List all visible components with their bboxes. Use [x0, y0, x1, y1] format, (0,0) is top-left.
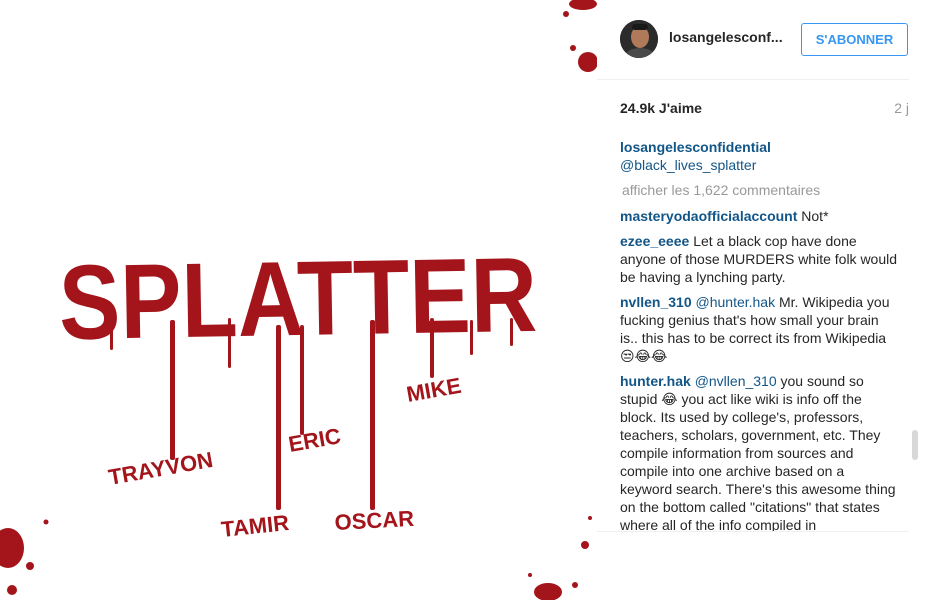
- image-name-oscar: OSCAR: [334, 506, 415, 535]
- likes-row: 24.9k J'aime 2 j: [620, 100, 909, 120]
- image-name-mike: MIKE: [405, 373, 464, 407]
- list-item: ezee_eeee Let a black cop have done anyo…: [620, 232, 900, 286]
- load-more-comments[interactable]: afficher les 1,622 commentaires: [622, 181, 900, 199]
- comment-text: Not*: [801, 208, 829, 224]
- caption: losangelesconfidential @black_lives_spla…: [620, 138, 900, 174]
- image-name-eric: ERIC: [287, 423, 343, 457]
- blood-splat: [534, 583, 562, 600]
- follow-button[interactable]: S'ABONNER: [801, 23, 908, 56]
- blood-splat: [7, 585, 17, 595]
- blood-splat: [578, 52, 597, 72]
- caption-mention[interactable]: @black_lives_splatter: [620, 157, 756, 173]
- post-sidebar: losangelesconf... S'ABONNER 24.9k J'aime…: [597, 0, 932, 600]
- comment-author[interactable]: hunter.hak: [620, 373, 691, 389]
- list-item: hunter.hak @nvllen_310 you sound so stup…: [620, 372, 900, 531]
- avatar[interactable]: [620, 20, 658, 58]
- comment-author[interactable]: ezee_eeee: [620, 233, 689, 249]
- splatter-artwork: SPLATTER TRAYVON TAMIR ERIC OSCAR MIKE: [0, 0, 597, 600]
- blood-splat: [563, 11, 569, 17]
- blood-splat: [588, 516, 592, 520]
- post-time[interactable]: 2 j: [894, 100, 909, 116]
- blood-splat: [43, 519, 49, 525]
- comment-author[interactable]: nvllen_310: [620, 294, 692, 310]
- blood-splat: [570, 45, 576, 51]
- caption-author[interactable]: losangelesconfidential: [620, 139, 771, 155]
- username-link[interactable]: losangelesconf...: [669, 29, 783, 45]
- scrollbar[interactable]: [912, 430, 918, 460]
- comment-author[interactable]: masteryodaofficialaccount: [620, 208, 797, 224]
- image-title: SPLATTER: [58, 236, 538, 362]
- blood-splat: [0, 528, 24, 568]
- comments-list[interactable]: losangelesconfidential @black_lives_spla…: [620, 138, 900, 531]
- likes-count[interactable]: 24.9k J'aime: [620, 100, 702, 116]
- comment-text: you sound so stupid 😂 you act like wiki …: [620, 373, 896, 531]
- list-item: nvllen_310 @hunter.hak Mr. Wikipedia you…: [620, 293, 900, 365]
- comments-divider: [597, 531, 909, 532]
- list-item: masteryodaofficialaccount Not*: [620, 207, 900, 225]
- post-image[interactable]: SPLATTER TRAYVON TAMIR ERIC OSCAR MIKE: [0, 0, 597, 600]
- image-name-tamir: TAMIR: [220, 510, 290, 542]
- blood-splat: [26, 562, 34, 570]
- post-header: losangelesconf... S'ABONNER: [597, 0, 909, 80]
- blood-splat: [528, 573, 532, 577]
- blood-splat: [572, 582, 578, 588]
- image-name-trayvon: TRAYVON: [107, 447, 215, 490]
- comment-mention[interactable]: @hunter.hak: [696, 294, 776, 310]
- comment-mention[interactable]: @nvllen_310: [695, 373, 777, 389]
- avatar-image: [620, 20, 658, 58]
- blood-splat: [569, 0, 597, 10]
- blood-splat: [581, 541, 589, 549]
